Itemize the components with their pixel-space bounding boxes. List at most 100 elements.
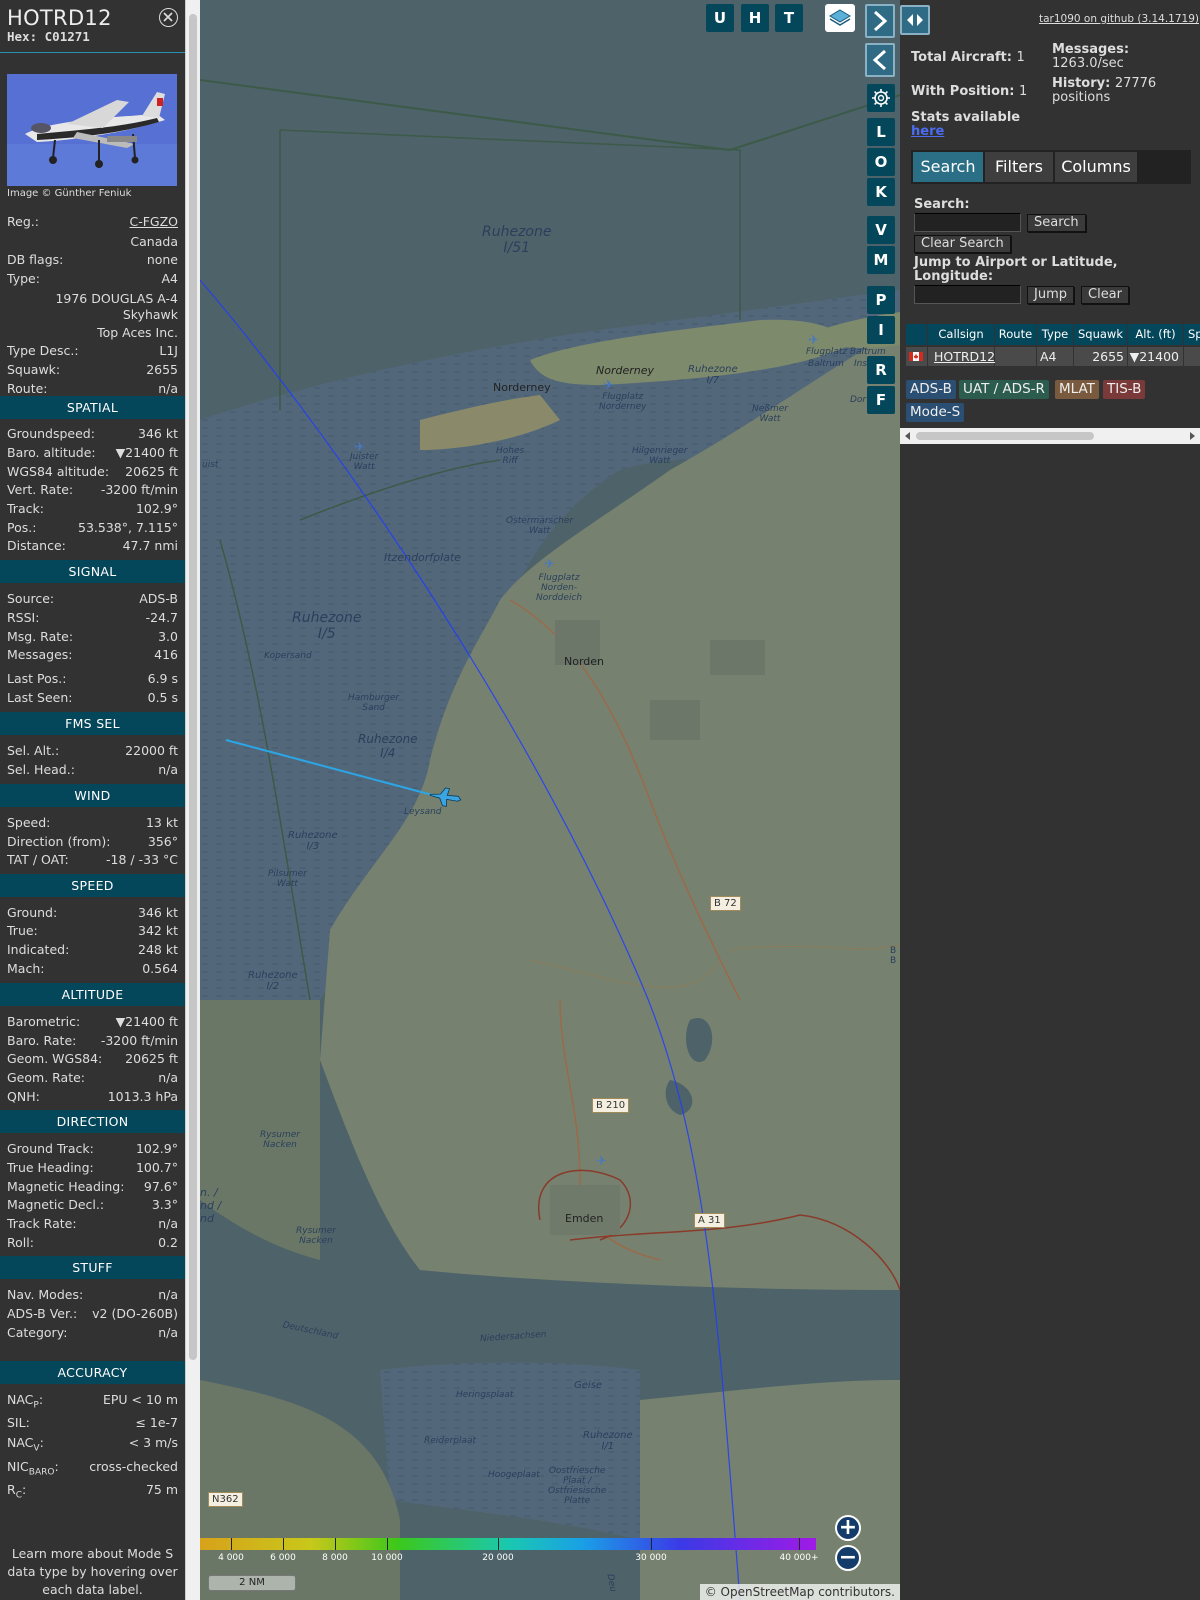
- direction-label[interactable]: Magnetic Decl.:: [7, 1196, 104, 1214]
- table-row-speed[interactable]: [1184, 347, 1200, 366]
- altitude-label[interactable]: Geom. WGS84:: [7, 1050, 102, 1068]
- table-horizontal-scrollbar[interactable]: [900, 428, 1200, 444]
- stuff-label[interactable]: ADS-B Ver.:: [7, 1305, 77, 1323]
- map-view[interactable]: Ruhezone I/51 Ruhezone I/5 Ruhezone I/4 Ruh…: [200, 0, 900, 1600]
- wind-label[interactable]: TAT / OAT:: [7, 851, 69, 869]
- scroll-right-icon[interactable]: [1184, 428, 1200, 444]
- table-row-squawk[interactable]: 2655: [1074, 347, 1128, 366]
- wind-label[interactable]: Speed:: [7, 814, 50, 832]
- table-row-callsign[interactable]: HOTRD12: [928, 347, 995, 366]
- stats-here-link[interactable]: here: [911, 125, 1020, 139]
- table-header-squawk[interactable]: Squawk: [1074, 324, 1128, 345]
- direction-label[interactable]: True Heading:: [7, 1159, 94, 1177]
- table-header-type[interactable]: Type: [1037, 324, 1074, 345]
- map-button-v[interactable]: V: [867, 216, 895, 244]
- accuracy-label[interactable]: NACP:: [7, 1391, 43, 1415]
- scroll-left-icon[interactable]: [900, 428, 916, 444]
- spatial-label[interactable]: Vert. Rate:: [7, 481, 73, 499]
- spatial-label[interactable]: Track:: [7, 500, 44, 518]
- source-tag-uat-ads-r[interactable]: UAT / ADS-R: [959, 380, 1049, 399]
- spatial-label[interactable]: Distance:: [7, 537, 66, 555]
- map-button-f[interactable]: F: [867, 386, 895, 414]
- spatial-label[interactable]: WGS84 altitude:: [7, 463, 109, 481]
- github-link[interactable]: tar1090 on github (3.14.1719): [1039, 13, 1199, 25]
- direction-label[interactable]: Roll:: [7, 1234, 34, 1252]
- signal-label[interactable]: RSSI:: [7, 609, 39, 627]
- map-attribution[interactable]: © OpenStreetMap contributors.: [699, 1584, 900, 1600]
- spatial-label[interactable]: Pos.:: [7, 519, 36, 537]
- altitude-label[interactable]: QNH:: [7, 1088, 40, 1106]
- aircraft-marker[interactable]: [428, 786, 462, 808]
- map-button-l[interactable]: L: [867, 118, 895, 146]
- table-header-altitude[interactable]: Alt. (ft): [1128, 324, 1184, 345]
- direction-label[interactable]: Ground Track:: [7, 1140, 94, 1158]
- settings-button[interactable]: [867, 84, 895, 112]
- scrollbar-thumb[interactable]: [916, 432, 1094, 440]
- table-header-route[interactable]: Route: [995, 324, 1037, 345]
- info-panel-scrollbar[interactable]: [185, 0, 200, 1600]
- speed-label[interactable]: Ground:: [7, 904, 57, 922]
- table-row-flag[interactable]: [906, 347, 928, 366]
- signal-label[interactable]: Source:: [7, 590, 54, 608]
- jump-button[interactable]: Jump: [1027, 286, 1074, 304]
- speed-label[interactable]: Mach:: [7, 960, 44, 978]
- table-row-route[interactable]: [995, 347, 1037, 366]
- accuracy-label[interactable]: RC:: [7, 1481, 26, 1505]
- direction-label[interactable]: Track Rate:: [7, 1215, 77, 1233]
- tab-columns[interactable]: Columns: [1055, 152, 1137, 182]
- fms-label[interactable]: Sel. Alt.:: [7, 742, 59, 760]
- spatial-label[interactable]: Baro. altitude:: [7, 444, 96, 462]
- signal-label[interactable]: Last Seen:: [7, 689, 72, 707]
- map-button-p[interactable]: P: [867, 286, 895, 314]
- map-button-u[interactable]: U: [706, 4, 734, 32]
- source-tag-mlat[interactable]: MLAT: [1055, 380, 1099, 399]
- clear-button[interactable]: Clear: [1081, 286, 1129, 304]
- signal-label[interactable]: Messages:: [7, 646, 73, 664]
- wind-label[interactable]: Direction (from):: [7, 833, 111, 851]
- map-button-i[interactable]: I: [867, 316, 895, 344]
- stuff-label[interactable]: Nav. Modes:: [7, 1286, 83, 1304]
- expand-sidebar-button[interactable]: [865, 4, 895, 38]
- speed-label[interactable]: True:: [7, 922, 38, 940]
- map-button-h[interactable]: H: [741, 4, 769, 32]
- table-row-altitude[interactable]: ▼21400: [1128, 347, 1184, 366]
- spatial-label[interactable]: Groundspeed:: [7, 425, 95, 443]
- accuracy-label[interactable]: NACV:: [7, 1434, 44, 1458]
- close-icon[interactable]: [159, 8, 178, 27]
- layers-button[interactable]: [825, 4, 855, 32]
- map-button-t[interactable]: T: [775, 4, 803, 32]
- altitude-label[interactable]: Geom. Rate:: [7, 1069, 85, 1087]
- table-header-callsign[interactable]: Callsign: [928, 324, 995, 345]
- collapse-sidebar-button[interactable]: [865, 43, 895, 77]
- scrollbar-thumb[interactable]: [189, 14, 197, 1360]
- signal-label[interactable]: Msg. Rate:: [7, 628, 73, 646]
- tab-filters[interactable]: Filters: [985, 152, 1053, 182]
- source-tag-tis-b[interactable]: TIS-B: [1103, 380, 1146, 399]
- map-button-m[interactable]: M: [867, 246, 895, 274]
- source-tag-mode-s[interactable]: Mode-S: [906, 403, 965, 422]
- direction-label[interactable]: Magnetic Heading:: [7, 1178, 124, 1196]
- map-button-o[interactable]: O: [867, 148, 895, 176]
- zoom-out-button[interactable]: −: [835, 1545, 861, 1571]
- map-button-k[interactable]: K: [867, 178, 895, 206]
- signal-label[interactable]: Last Pos.:: [7, 670, 66, 688]
- table-header-speed[interactable]: Sp: [1184, 324, 1200, 345]
- altitude-label[interactable]: Barometric:: [7, 1013, 80, 1031]
- search-input[interactable]: [914, 213, 1021, 232]
- registration-link[interactable]: C-FGZO: [129, 213, 178, 231]
- table-row-type[interactable]: A4: [1037, 347, 1074, 366]
- search-button[interactable]: Search: [1027, 214, 1086, 232]
- speed-label[interactable]: Indicated:: [7, 941, 69, 959]
- jump-input[interactable]: [914, 285, 1021, 304]
- aircraft-photo[interactable]: [7, 74, 177, 186]
- table-header-flag[interactable]: [906, 324, 928, 345]
- clear-search-button[interactable]: Clear Search: [914, 235, 1011, 253]
- source-tag-ads-b[interactable]: ADS-B: [906, 380, 956, 399]
- stuff-label[interactable]: Category:: [7, 1324, 67, 1342]
- tab-search[interactable]: Search: [913, 152, 983, 182]
- altitude-label[interactable]: Baro. Rate:: [7, 1032, 76, 1050]
- accuracy-label[interactable]: NICBARO:: [7, 1458, 59, 1482]
- map-button-r[interactable]: R: [867, 356, 895, 384]
- plane-icon[interactable]: [428, 786, 462, 808]
- fms-label[interactable]: Sel. Head.:: [7, 761, 75, 779]
